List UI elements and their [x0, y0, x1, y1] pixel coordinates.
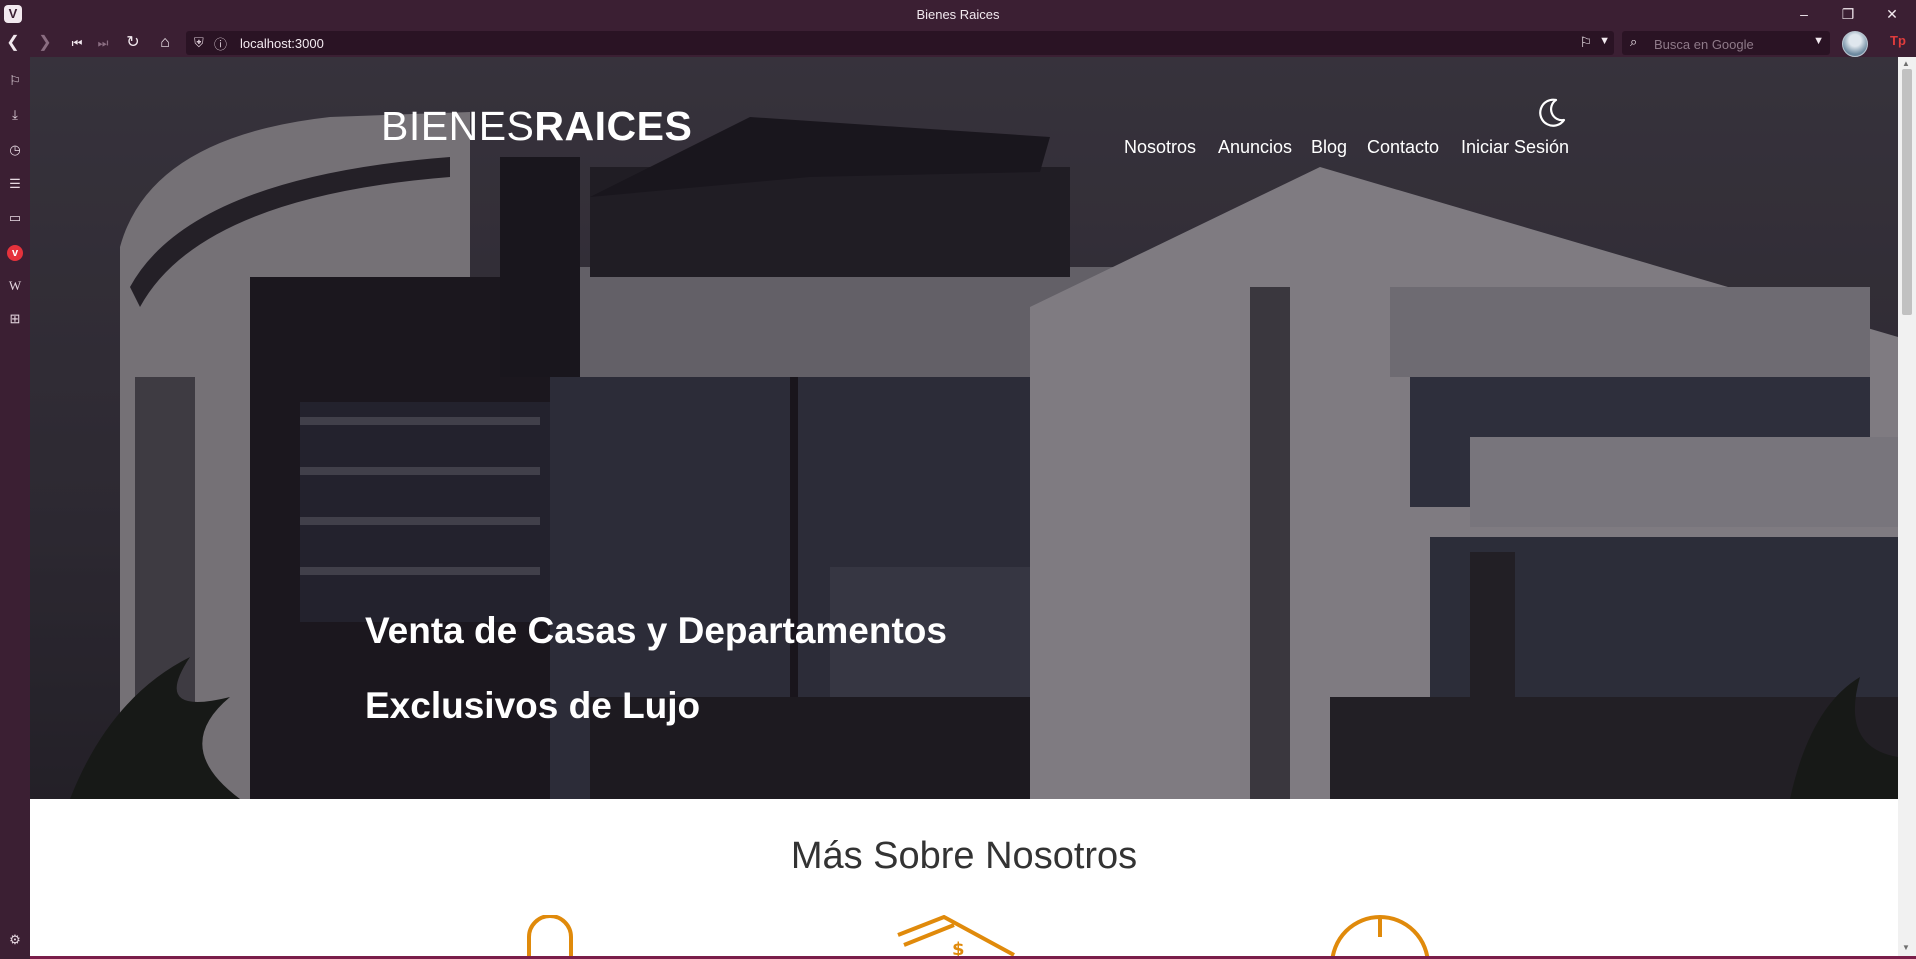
- logo-bold-text: RAICES: [534, 103, 693, 149]
- bookmark-icon[interactable]: ⚐: [1579, 34, 1592, 51]
- search-field[interactable]: ⌕ ▼: [1622, 31, 1830, 55]
- nav-link-iniciar-sesion[interactable]: Iniciar Sesión: [1461, 137, 1569, 158]
- info-icon[interactable]: ⓘ: [214, 34, 227, 53]
- address-bar: ❮ ❯ ⏮ ⏭ ↻ ⌂ ⛨ ⓘ localhost:3000 ⚐ ▼ ⌕ ▼: [0, 29, 1916, 57]
- settings-gear-icon[interactable]: ⚙: [6, 931, 24, 949]
- hero-heading-line-1: Venta de Casas y Departamentos: [365, 610, 947, 651]
- nav-link-nosotros[interactable]: Nosotros: [1124, 137, 1196, 158]
- site-header: BIENESRAICES Nosotros Anuncios Blog Cont…: [30, 57, 1898, 197]
- chevron-down-icon[interactable]: ▼: [1813, 35, 1824, 47]
- nav-link-contacto[interactable]: Contacto: [1367, 137, 1439, 158]
- notes-panel-icon[interactable]: ☰: [6, 175, 24, 193]
- section-title-mas-sobre-nosotros: Más Sobre Nosotros: [790, 835, 1138, 877]
- nav-link-blog[interactable]: Blog: [1311, 137, 1347, 158]
- history-panel-icon[interactable]: ◷: [6, 141, 24, 159]
- svg-text:$: $: [952, 939, 965, 956]
- scroll-up-arrow-icon[interactable]: ▲: [1902, 59, 1910, 68]
- forward-icon[interactable]: ❯: [34, 32, 56, 54]
- window-title: Bienes Raices: [916, 7, 1000, 22]
- profile-avatar[interactable]: [1842, 31, 1868, 57]
- wikipedia-panel-icon[interactable]: W: [6, 277, 24, 295]
- home-icon[interactable]: ⌂: [154, 32, 176, 54]
- back-icon[interactable]: ❮: [2, 32, 24, 54]
- search-input[interactable]: [1652, 34, 1806, 54]
- window-panel-icon[interactable]: ▭: [6, 209, 24, 227]
- url-field[interactable]: ⛨ ⓘ localhost:3000 ⚐ ▼: [186, 31, 1614, 55]
- page-viewport: BIENESRAICES Nosotros Anuncios Blog Cont…: [30, 57, 1898, 956]
- vivaldi-web-panel-icon[interactable]: v: [7, 245, 23, 261]
- side-panel: ⚐ ⤓ ◷ ☰ ▭ v W ⊞ ⚙: [0, 57, 30, 959]
- clock-time-icon: [1330, 915, 1430, 956]
- minimize-icon[interactable]: –: [1786, 3, 1822, 25]
- downloads-panel-icon[interactable]: ⤓: [6, 106, 24, 124]
- bookmarks-panel-icon[interactable]: ⚐: [6, 72, 24, 90]
- shield-icon[interactable]: ⛨: [194, 35, 204, 51]
- logo-thin-text: BIENES: [381, 103, 535, 149]
- browser-title-bar: V Bienes Raices – ❐ ✕: [0, 0, 1916, 29]
- nav-link-anuncios[interactable]: Anuncios: [1218, 137, 1292, 158]
- security-lock-icon: [527, 915, 573, 956]
- price-tag-icon: $: [897, 915, 1015, 956]
- scroll-down-arrow-icon[interactable]: ▼: [1902, 943, 1910, 952]
- close-icon[interactable]: ✕: [1874, 3, 1910, 25]
- dark-mode-moon-icon[interactable]: [1534, 96, 1568, 130]
- chevron-down-icon[interactable]: ▼: [1599, 35, 1610, 47]
- hero-section: BIENESRAICES Nosotros Anuncios Blog Cont…: [30, 57, 1898, 799]
- extension-icon[interactable]: Tp: [1890, 33, 1906, 48]
- add-panel-icon[interactable]: ⊞: [6, 310, 24, 328]
- reload-icon[interactable]: ↻: [122, 32, 144, 54]
- url-text[interactable]: localhost:3000: [240, 36, 324, 51]
- search-icon[interactable]: ⌕: [1630, 34, 1637, 50]
- hero-heading-line-2: Exclusivos de Lujo: [365, 685, 701, 726]
- restore-icon[interactable]: ❐: [1830, 3, 1866, 25]
- scrollbar-thumb[interactable]: [1902, 69, 1912, 315]
- fast-forward-icon[interactable]: ⏭: [92, 32, 114, 54]
- page-scrollbar[interactable]: ▲ ▼: [1898, 57, 1916, 956]
- rewind-icon[interactable]: ⏮: [66, 32, 88, 54]
- site-logo[interactable]: BIENESRAICES: [381, 103, 692, 150]
